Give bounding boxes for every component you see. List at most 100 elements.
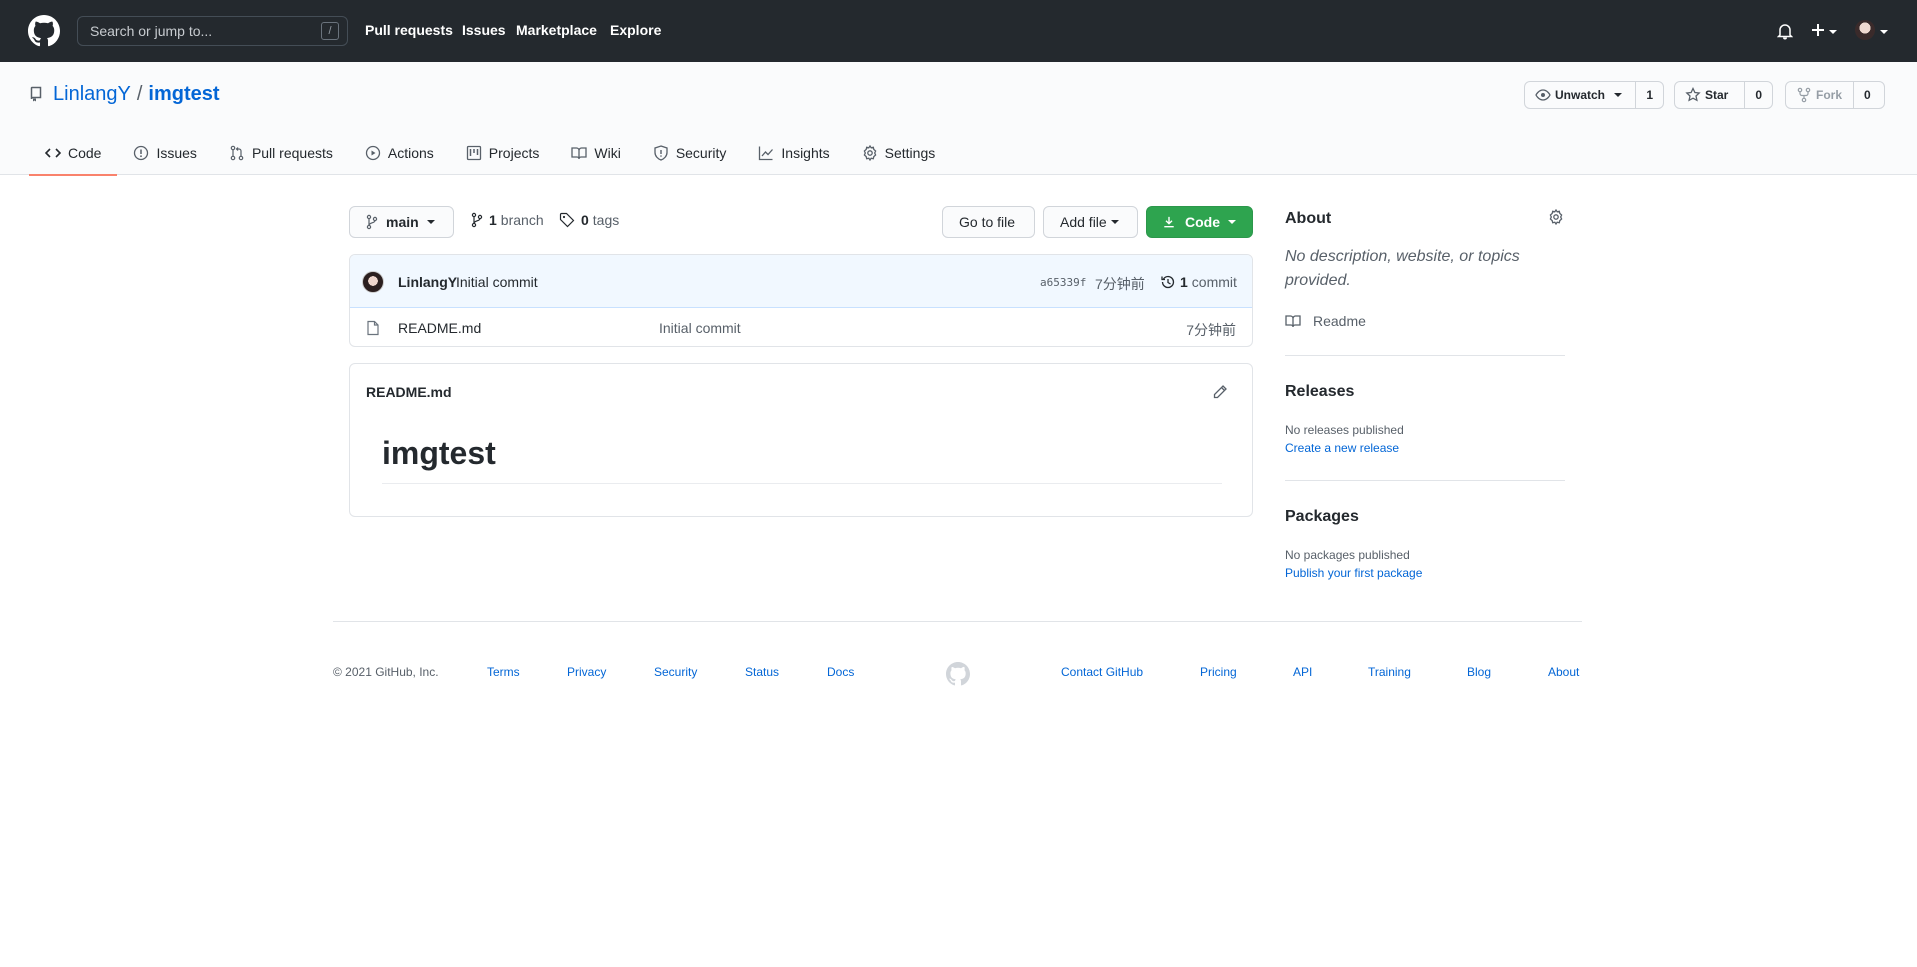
go-to-file-label: Go to file — [959, 214, 1016, 230]
gear-icon — [863, 145, 877, 161]
go-to-file-button[interactable]: Go to file — [942, 206, 1035, 238]
fork-button[interactable]: Fork — [1786, 82, 1854, 108]
branch-name: main — [386, 214, 419, 230]
tab-settings[interactable]: Settings — [846, 131, 952, 175]
about-settings-gear-icon[interactable] — [1548, 209, 1564, 225]
issue-opened-icon — [134, 145, 149, 161]
star-button[interactable]: Star — [1675, 82, 1746, 108]
footer-link-training[interactable]: Training — [1368, 665, 1411, 679]
tab-wiki[interactable]: Wiki — [555, 131, 636, 175]
nav-issues[interactable]: Issues — [462, 22, 506, 38]
footer-link-blog[interactable]: Blog — [1467, 665, 1491, 679]
user-avatar[interactable] — [1855, 20, 1875, 40]
unwatch-button[interactable]: Unwatch — [1525, 82, 1637, 108]
file-name-link[interactable]: README.md — [398, 320, 481, 336]
tab-security[interactable]: Security — [637, 131, 743, 175]
play-icon — [365, 145, 381, 161]
nav-pull-requests[interactable]: Pull requests — [365, 22, 453, 38]
add-file-caret-icon — [1110, 220, 1119, 224]
nav-marketplace[interactable]: Marketplace — [516, 22, 597, 38]
readme-link-label: Readme — [1313, 313, 1366, 329]
tab-wiki-label: Wiki — [594, 145, 621, 161]
tab-actions[interactable]: Actions — [349, 131, 450, 175]
branch-select-button[interactable]: main — [349, 206, 454, 238]
pencil-edit-icon[interactable] — [1212, 384, 1228, 400]
add-file-label: Add file — [1060, 214, 1107, 230]
github-logo-icon[interactable] — [28, 15, 60, 47]
footer-link-privacy[interactable]: Privacy — [567, 665, 606, 679]
about-title: About — [1285, 210, 1332, 227]
readme-link[interactable]: Readme — [1285, 313, 1366, 329]
footer-link-terms[interactable]: Terms — [487, 665, 520, 679]
footer-link-pricing[interactable]: Pricing — [1200, 665, 1237, 679]
tags-link[interactable]: 0 tags — [559, 212, 619, 228]
commit-message-link[interactable]: Initial commit — [456, 274, 538, 290]
footer-link-contact[interactable]: Contact GitHub — [1061, 665, 1143, 679]
create-new-caret-icon[interactable] — [1829, 30, 1837, 34]
fork-icon — [1797, 87, 1811, 103]
readme-heading: imgtest — [382, 435, 496, 471]
file-row[interactable]: README.md Initial commit 7分钟前 — [350, 308, 1252, 346]
tags-label: tags — [592, 212, 620, 228]
fork-label: Fork — [1816, 88, 1843, 102]
tab-security-label: Security — [675, 145, 727, 161]
tab-projects[interactable]: Projects — [450, 131, 556, 175]
add-file-button[interactable]: Add file — [1043, 206, 1138, 238]
unwatch-caret-icon — [1614, 93, 1623, 97]
global-header: Search or jump to... / Pull requests Iss… — [0, 0, 1917, 62]
unwatch-label: Unwatch — [1555, 88, 1606, 102]
graph-icon — [759, 146, 774, 161]
sidebar-divider — [1285, 480, 1565, 481]
branch-caret-icon — [426, 220, 435, 224]
watch-button-group: Unwatch 1 — [1524, 81, 1664, 109]
repo-owner-link[interactable]: LinlangY — [53, 83, 131, 105]
search-shortcut-key: / — [321, 22, 339, 40]
repo-name-link[interactable]: imgtest — [148, 83, 219, 105]
watchers-count[interactable]: 1 — [1636, 82, 1663, 108]
git-pull-request-icon — [230, 145, 244, 161]
footer-copyright: © 2021 GitHub, Inc. — [333, 665, 439, 679]
commit-sha-link[interactable]: a65339f — [1040, 276, 1086, 289]
repository-title: LinlangY / imgtest — [53, 83, 220, 106]
commit-history-link[interactable]: 1 commit — [1160, 274, 1237, 290]
create-release-link[interactable]: Create a new release — [1285, 441, 1399, 455]
tab-pull-requests-label: Pull requests — [251, 145, 333, 161]
repo-title-separator: / — [136, 83, 143, 105]
notifications-bell-icon[interactable] — [1777, 22, 1793, 40]
user-menu-caret-icon[interactable] — [1880, 30, 1888, 34]
file-commit-message-link[interactable]: Initial commit — [659, 320, 741, 336]
branches-link[interactable]: 1 branch — [471, 212, 544, 228]
create-new-plus-icon[interactable] — [1811, 22, 1825, 38]
tab-insights[interactable]: Insights — [742, 131, 845, 175]
commit-author-avatar[interactable] — [362, 271, 384, 293]
nav-explore[interactable]: Explore — [610, 22, 661, 38]
star-icon — [1685, 87, 1701, 102]
tab-code[interactable]: Code — [29, 131, 118, 176]
sidebar-divider — [1285, 355, 1565, 356]
footer-link-about[interactable]: About — [1548, 665, 1579, 679]
releases-title[interactable]: Releases — [1285, 383, 1354, 401]
repository-icon — [30, 86, 42, 102]
commit-author-link[interactable]: LinlangY — [398, 274, 457, 290]
stargazers-count[interactable]: 0 — [1745, 82, 1772, 108]
readme-filename: README.md — [366, 384, 452, 400]
forks-count[interactable]: 0 — [1854, 82, 1881, 108]
code-button-label: Code — [1185, 214, 1220, 230]
tab-issues[interactable]: Issues — [117, 131, 212, 175]
fork-button-group: Fork 0 — [1785, 81, 1885, 109]
publish-package-link[interactable]: Publish your first package — [1285, 566, 1422, 580]
footer-link-status[interactable]: Status — [745, 665, 779, 679]
star-label: Star — [1705, 88, 1729, 102]
download-icon — [1164, 216, 1174, 228]
code-download-button[interactable]: Code — [1146, 206, 1253, 238]
readme-heading-divider — [382, 483, 1222, 484]
footer-link-api[interactable]: API — [1293, 665, 1312, 679]
search-input[interactable]: Search or jump to... / — [77, 16, 348, 46]
book-icon — [571, 147, 588, 160]
branches-label: branch — [500, 212, 544, 228]
tab-pull-requests[interactable]: Pull requests — [213, 131, 349, 175]
footer-link-security[interactable]: Security — [654, 665, 697, 679]
packages-title[interactable]: Packages — [1285, 508, 1359, 526]
footer-link-docs[interactable]: Docs — [827, 665, 854, 679]
github-footer-logo-icon[interactable] — [946, 662, 970, 686]
